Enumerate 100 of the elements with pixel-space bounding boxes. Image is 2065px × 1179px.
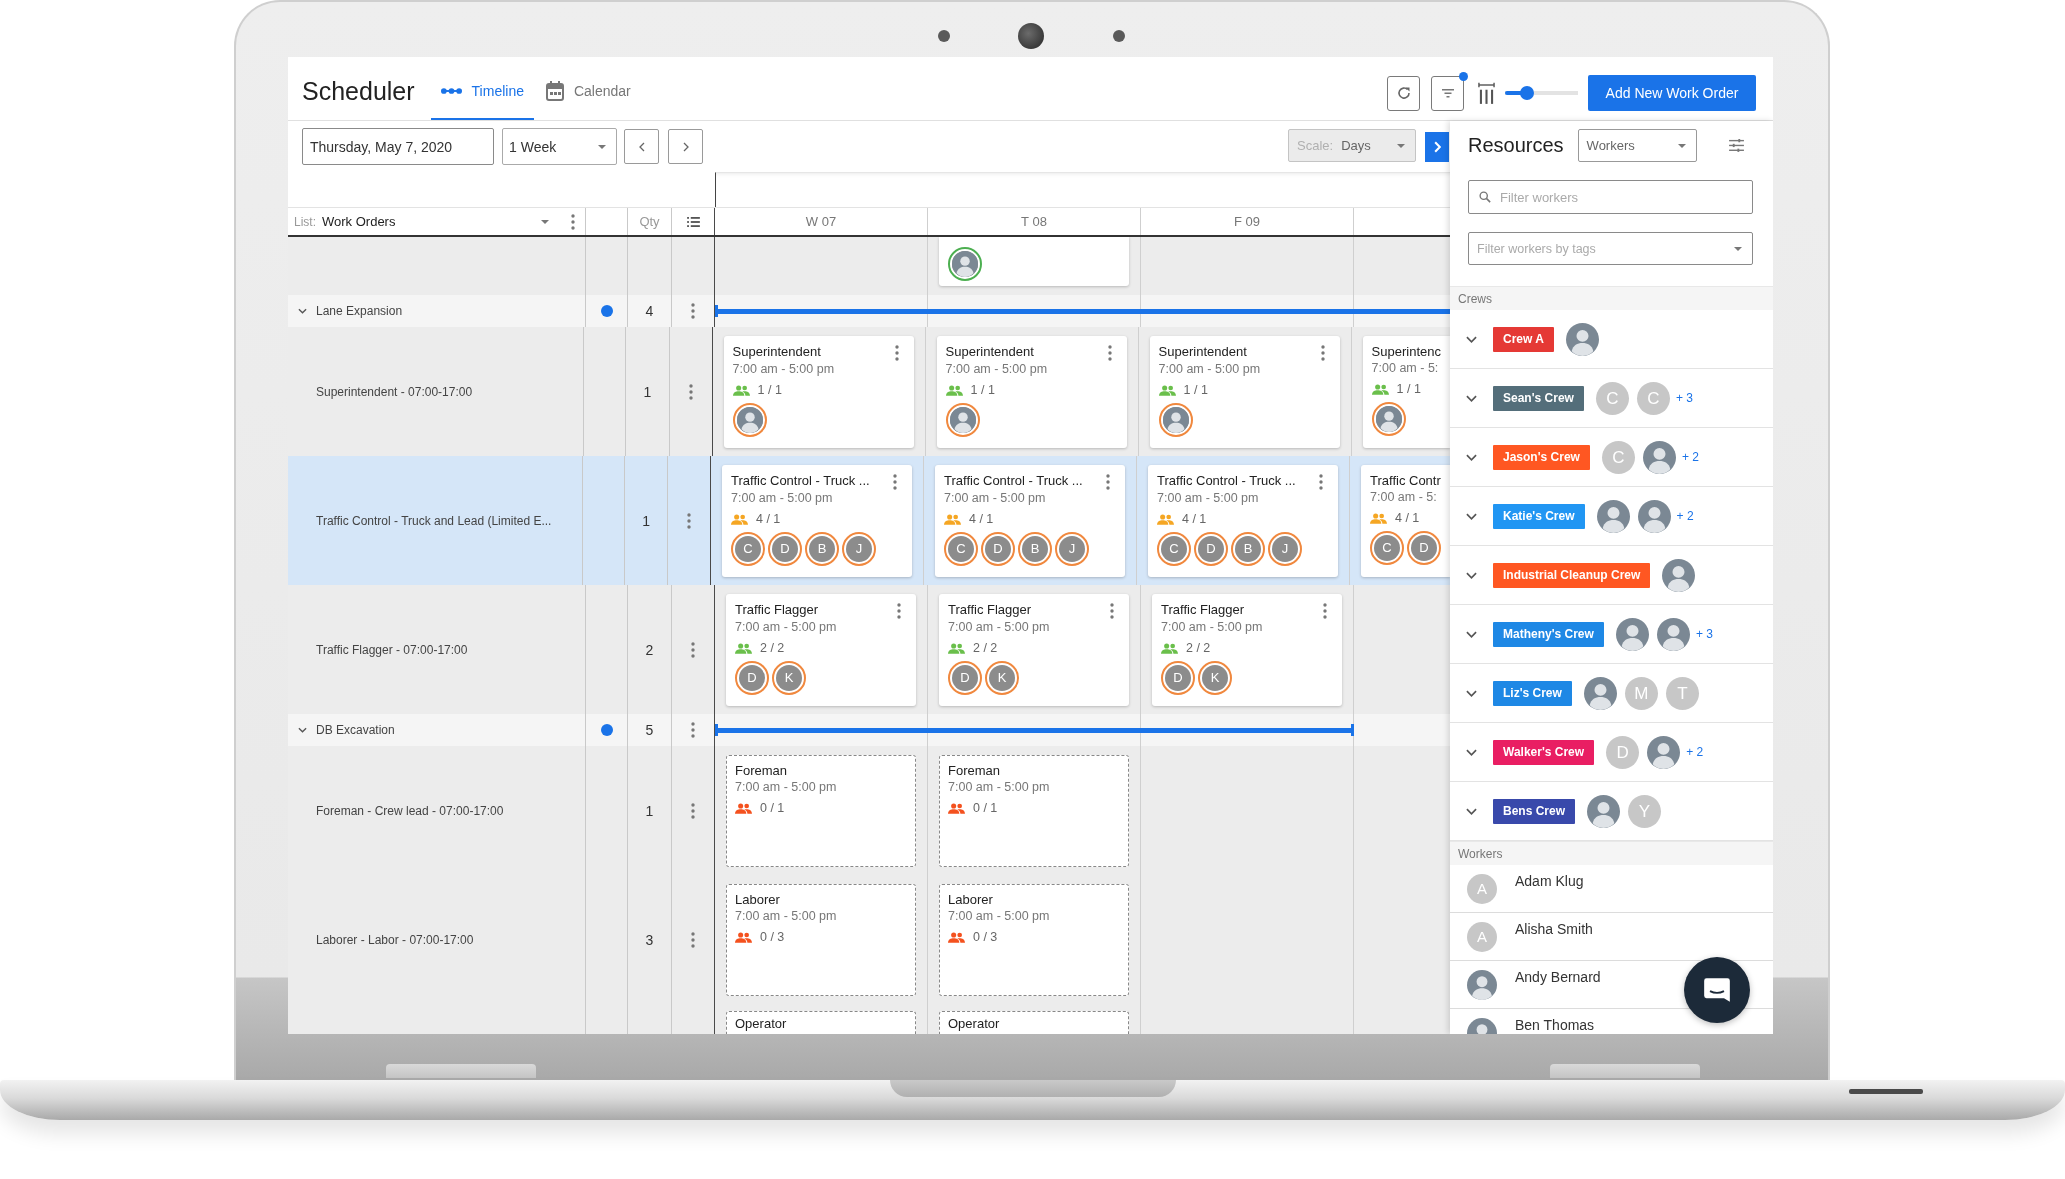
more-count[interactable]: + 2 <box>1676 509 1694 523</box>
more-options-icon[interactable] <box>691 641 695 658</box>
work-order-row[interactable] <box>288 456 1450 585</box>
crew-tag[interactable]: Matheny's Crew <box>1493 621 1604 647</box>
shift-card[interactable]: Laborer 7:00 am - 5:00 pm 0 / 3 <box>726 884 916 996</box>
date-field[interactable]: Thursday, May 7, 2020 <box>302 128 494 165</box>
worker-name[interactable]: Alisha Smith <box>1515 913 1593 938</box>
group-row[interactable]: DB Excavation 5 <box>288 714 1450 746</box>
more-options-icon[interactable] <box>691 303 695 319</box>
avatar-initial: D <box>735 661 769 695</box>
more-options-icon[interactable] <box>688 383 693 400</box>
more-options-icon[interactable] <box>1323 603 1327 619</box>
shift-card[interactable]: Traffic Control - Truck ... 7:00 am - 5:00 pm 4 / 1 C D B J <box>722 465 912 577</box>
avatar-initial: B <box>1018 532 1052 566</box>
shift-card[interactable]: Superintendent 7:00 am - 5:00 pm 1 / 1 <box>1149 336 1340 448</box>
view-tab[interactable]: Timeline <box>430 63 534 120</box>
shift-card[interactable]: Traffic Control - Truck ... 7:00 am - 5:00 pm 4 / 1 C D B J <box>1148 465 1338 577</box>
add-work-order-button[interactable]: Add New Work Order <box>1588 75 1756 111</box>
people-icon <box>735 931 752 943</box>
section-heading: Workers <box>1450 841 1773 865</box>
crew-tag[interactable]: Liz's Crew <box>1493 680 1572 706</box>
shift-card[interactable]: Traffic Control - Truck ... 7:00 am - 5:00 pm 4 / 1 C D B J <box>935 465 1125 577</box>
more-options-icon[interactable] <box>894 345 899 361</box>
timeline-icon <box>440 86 462 95</box>
more-count[interactable]: + 3 <box>1675 391 1693 405</box>
worker-name[interactable]: Adam Klug <box>1515 865 1584 890</box>
previous-button[interactable] <box>624 129 659 164</box>
work-order-row[interactable]: Traffic Flagger - 07:00-17:00 2 Traffic Flagger 7:00 am - 5:00 pm 2 / 2 D K Traffic Flagger 7:00 am - 5:00 pm 2 / 2 D K Traffic Flagger 7:00 am - 5:00 pm 2 / 2 D K <box>288 585 1450 714</box>
chevron-down-icon[interactable] <box>1466 571 1477 579</box>
crew-tag[interactable]: Bens Crew <box>1493 798 1576 824</box>
chevron-down-icon[interactable] <box>1466 453 1477 461</box>
shift-card[interactable]: Foreman 7:00 am - 5:00 pm 0 / 1 <box>726 755 916 867</box>
more-options-icon[interactable] <box>1110 603 1114 619</box>
resource-type-select[interactable]: Workers <box>1577 129 1697 162</box>
more-options-icon[interactable] <box>897 603 901 619</box>
shift-card[interactable]: Superintenc 7:00 am - 5: 1 / 1 <box>1362 336 1450 448</box>
camera-icon <box>1018 23 1044 49</box>
more-options-icon[interactable] <box>1319 474 1323 490</box>
worker-name[interactable]: Andy Bernard <box>1515 961 1601 986</box>
shift-card[interactable]: Operator <box>939 1011 1129 1034</box>
refresh-button[interactable] <box>1387 75 1420 111</box>
group-timeline-bar[interactable] <box>715 305 1450 317</box>
more-count[interactable]: + 3 <box>1695 627 1713 641</box>
more-options-icon[interactable] <box>1107 345 1112 361</box>
list-icon[interactable] <box>686 216 700 227</box>
staffing-count: 0 / 1 <box>760 800 785 816</box>
chevron-down-icon[interactable] <box>298 308 307 314</box>
shift-card[interactable]: Foreman 7:00 am - 5:00 pm 0 / 1 <box>939 755 1129 867</box>
crew-tag[interactable]: Walker's Crew <box>1493 739 1595 765</box>
chevron-down-icon[interactable] <box>1466 748 1477 756</box>
more-options-icon[interactable] <box>893 474 897 490</box>
panel-title: Resources <box>1468 134 1564 157</box>
shift-card[interactable]: Superintendent 7:00 am - 5:00 pm 1 / 1 <box>936 336 1127 448</box>
chevron-down-icon[interactable] <box>1466 512 1477 520</box>
column-width-icon[interactable] <box>1478 81 1495 105</box>
view-tab[interactable]: Calendar <box>535 63 641 120</box>
more-options-icon[interactable] <box>1320 345 1325 361</box>
staffing-count: 4 / 1 <box>756 511 781 527</box>
shift-card[interactable]: Superintendent 7:00 am - 5:00 pm 1 / 1 <box>723 336 914 448</box>
group-row[interactable]: Lane Expansion 4 <box>288 295 1450 327</box>
next-button[interactable] <box>668 129 703 164</box>
chevron-down-icon[interactable] <box>1466 394 1477 402</box>
chevron-down-icon[interactable] <box>1466 335 1477 343</box>
work-order-row[interactable]: Operator Operator <box>288 1004 1450 1034</box>
work-order-row[interactable]: Foreman - Crew lead - 07:00-17:00 1 Foreman 7:00 am - 5:00 pm 0 / 1 Foreman 7:00 am - 5:00 pm 0 / 1 <box>288 746 1450 875</box>
more-options-icon[interactable] <box>691 722 695 738</box>
sensor-dot-icon <box>1113 30 1125 42</box>
more-options-icon[interactable] <box>687 512 692 529</box>
search-icon <box>1479 191 1491 203</box>
shift-time: 7:00 am - 5:00 pm <box>731 490 833 506</box>
work-order-row[interactable]: Superintendent - 07:00-17:00 1 Superintendent 7:00 am - 5:00 pm 1 / 1 Superintendent 7:00 am - 5:00 pm 1 / 1 Superintendent 7:00 am - 5:00 pm 1 / 1 Superintenc 7:00 am - 5: 1 / 1 <box>288 327 1450 456</box>
shift-title: Traffic Control - Truck ... <box>1157 473 1296 489</box>
work-order-row[interactable]: Laborer - Labor - 07:00-17:00 3 Laborer 7:00 am - 5:00 pm 0 / 3 Laborer 7:00 am - 5:00 pm 0 / 3 <box>288 875 1450 1004</box>
slider-thumb[interactable] <box>1519 86 1534 100</box>
shift-card[interactable]: Laborer 7:00 am - 5:00 pm 0 / 3 <box>939 884 1129 996</box>
more-options-icon[interactable] <box>1106 474 1110 490</box>
shift-card[interactable] <box>939 237 1129 286</box>
chevron-down-icon[interactable] <box>1466 689 1477 697</box>
chevron-down-icon[interactable] <box>1466 630 1477 638</box>
list-select[interactable]: Work Orders <box>322 214 551 229</box>
shift-card[interactable]: Traffic Flagger 7:00 am - 5:00 pm 2 / 2 D K <box>939 594 1129 706</box>
qty-value: 5 <box>645 722 654 738</box>
worker-name[interactable]: Ben Thomas <box>1515 1009 1595 1034</box>
more-count[interactable]: + 2 <box>1681 450 1699 464</box>
shift-card[interactable]: Traffic Flagger 7:00 am - 5:00 pm 2 / 2 D K <box>726 594 916 706</box>
more-options-icon[interactable] <box>691 931 695 948</box>
range-select[interactable]: 1 Week <box>502 128 617 165</box>
shift-card[interactable]: Operator <box>726 1011 916 1034</box>
shift-card[interactable]: Traffic Flagger 7:00 am - 5:00 pm 2 / 2 D K <box>1152 594 1342 706</box>
more-count[interactable]: + 2 <box>1686 745 1704 759</box>
more-options-icon[interactable] <box>571 213 575 230</box>
shift-card[interactable]: Traffic Contr 7:00 am - 5: 4 / 1 C D <box>1361 465 1450 577</box>
chevron-down-icon[interactable] <box>298 727 307 733</box>
settings-sliders-icon[interactable] <box>1729 139 1744 152</box>
crew-tag[interactable]: Sean's Crew <box>1493 385 1584 411</box>
crew-tag[interactable]: Crew A <box>1493 326 1554 352</box>
chevron-down-icon[interactable] <box>1466 807 1477 815</box>
more-options-icon[interactable] <box>691 802 695 819</box>
panel-toggle-button[interactable] <box>1425 131 1449 162</box>
group-timeline-bar[interactable] <box>715 724 1354 736</box>
